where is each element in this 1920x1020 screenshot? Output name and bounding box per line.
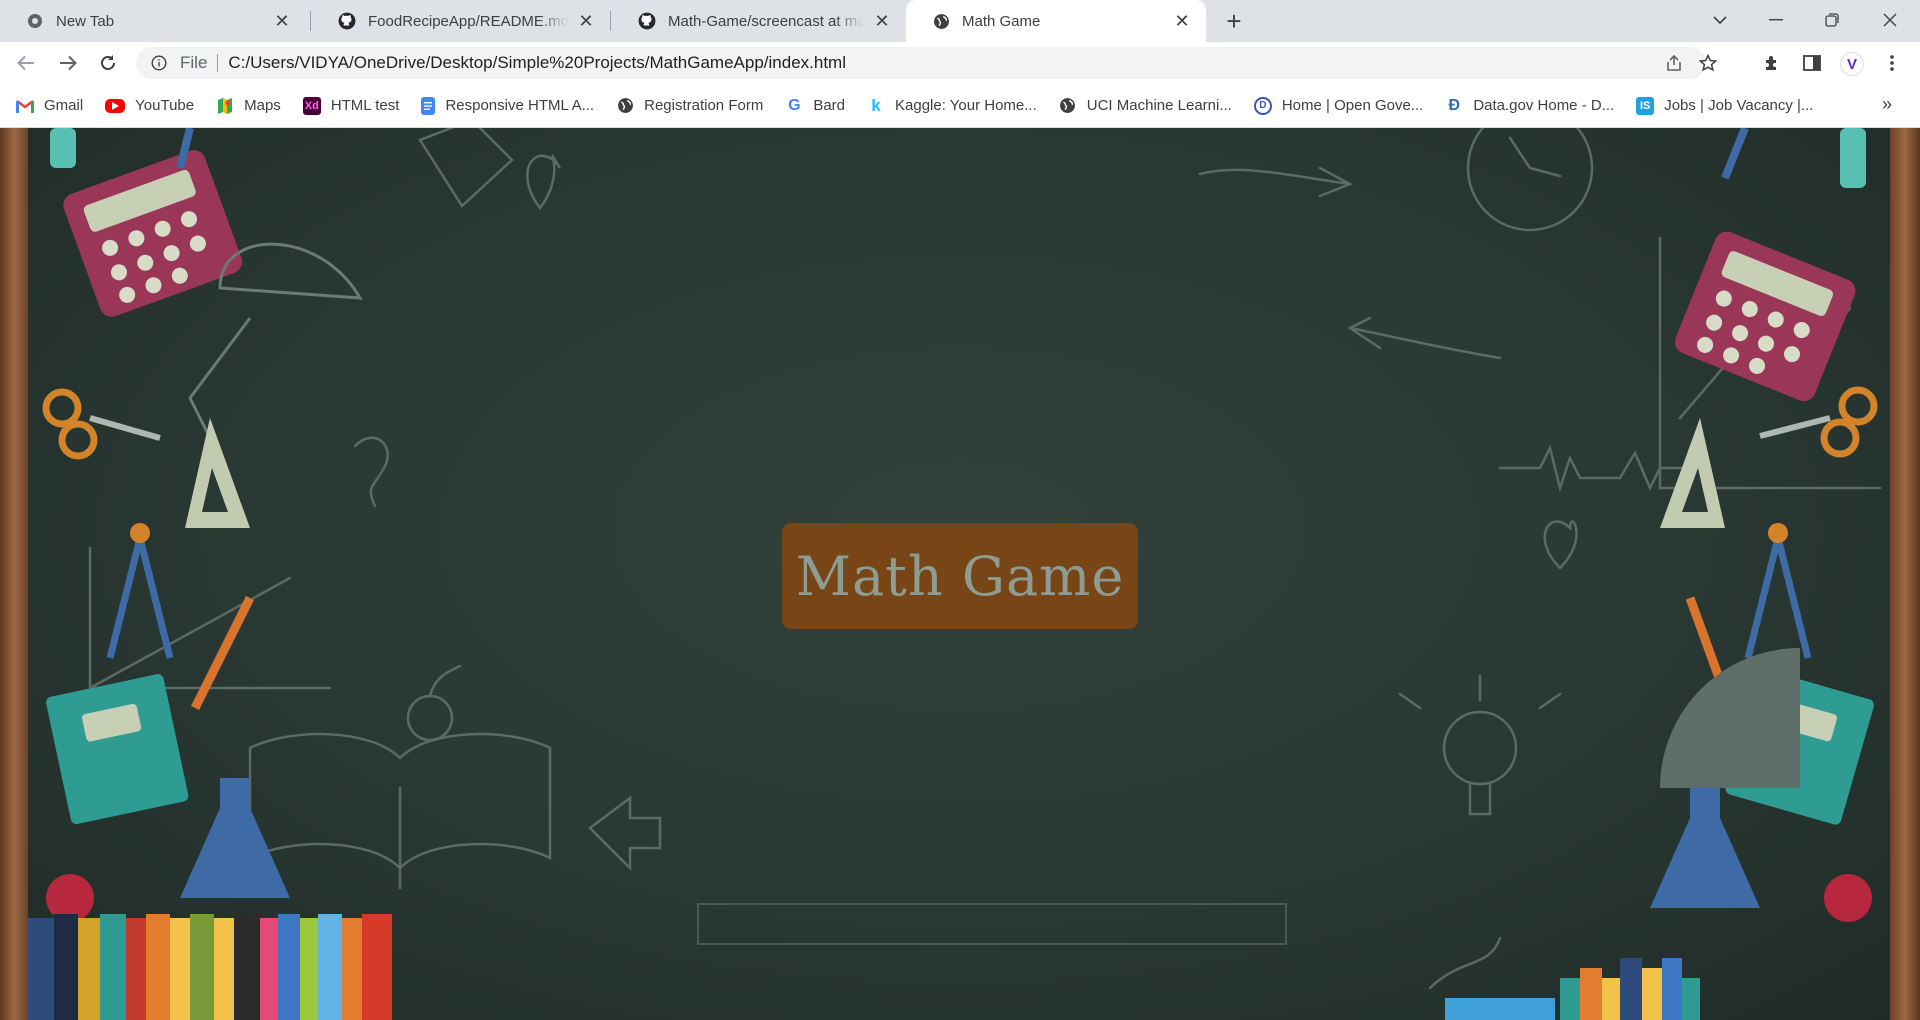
url-text[interactable]: C:/Users/VIDYA/OneDrive/Desktop/Simple%2… — [228, 53, 846, 73]
bookmark-kaggle[interactable]: k Kaggle: Your Home... — [867, 95, 1037, 115]
open-gov-icon: D — [1253, 96, 1272, 115]
address-bar[interactable]: File C:/Users/VIDYA/OneDrive/Desktop/Sim… — [136, 47, 1717, 79]
bookmark-label: HTML test — [330, 97, 400, 114]
bookmark-bard[interactable]: G Bard — [785, 97, 845, 115]
bookmark-data-gov[interactable]: Ð Data.gov Home - D... — [1445, 96, 1615, 115]
bookmark-label: Home | Open Gove... — [1281, 97, 1424, 114]
bookmark-gmail[interactable]: Gmail — [16, 97, 83, 115]
bookmarks-bar: Gmail YouTube Maps Xd HTML test Responsi… — [0, 84, 1920, 128]
bookmarks-overflow-icon[interactable]: » — [1882, 94, 1892, 115]
bookmark-registration-form[interactable]: Registration Form — [616, 97, 763, 115]
minimize-icon[interactable] — [1748, 0, 1804, 40]
close-icon[interactable]: ✕ — [576, 11, 596, 31]
github-icon — [338, 12, 356, 30]
close-icon[interactable]: ✕ — [272, 11, 292, 31]
bookmark-label: Responsive HTML A... — [445, 97, 595, 114]
bookmark-label: UCI Machine Learni... — [1086, 97, 1232, 114]
kaggle-icon: k — [871, 95, 881, 115]
chrome-icon — [26, 12, 44, 30]
profile-avatar[interactable]: V — [1840, 52, 1864, 76]
datagov-icon: Ð — [1448, 96, 1461, 114]
menu-kebab-icon[interactable] — [1876, 48, 1908, 78]
game-title-banner: Math Game — [782, 523, 1138, 629]
xd-icon: Xd — [302, 96, 321, 115]
bookmark-star-icon[interactable] — [1692, 47, 1724, 79]
tab-divider — [610, 11, 611, 31]
github-icon — [638, 12, 656, 30]
youtube-icon — [105, 98, 126, 113]
tab-new-tab[interactable]: New Tab ✕ — [0, 0, 306, 42]
globe-icon — [616, 97, 634, 115]
close-window-icon[interactable] — [1862, 0, 1918, 40]
close-icon[interactable]: ✕ — [872, 11, 892, 31]
globe-icon — [932, 12, 950, 30]
omnibox-divider — [217, 54, 219, 72]
browser-toolbar: File C:/Users/VIDYA/OneDrive/Desktop/Sim… — [0, 42, 1920, 84]
new-tab-button[interactable]: + — [1220, 6, 1248, 36]
tab-math-game[interactable]: Math Game ✕ — [906, 0, 1206, 42]
bookmark-uci-ml[interactable]: UCI Machine Learni... — [1059, 97, 1232, 115]
bookmark-maps[interactable]: Maps — [216, 97, 281, 115]
tab-strip: New Tab ✕ FoodRecipeApp/README.md at ✕ M… — [0, 0, 1920, 42]
maps-icon — [216, 97, 234, 115]
tab-divider — [310, 11, 311, 31]
bookmark-html-test[interactable]: Xd HTML test — [302, 96, 400, 115]
page-viewport: Math Game — [0, 128, 1920, 1020]
docs-icon — [421, 96, 436, 115]
tab-title: New Tab — [56, 12, 115, 30]
tab-title: FoodRecipeApp/README.md at — [368, 12, 568, 30]
answer-input[interactable] — [697, 903, 1287, 945]
tab-food-recipe[interactable]: FoodRecipeApp/README.md at ✕ — [312, 0, 610, 42]
google-icon: G — [788, 96, 801, 114]
bookmark-youtube[interactable]: YouTube — [105, 97, 194, 114]
page-title: Math Game — [795, 544, 1125, 608]
close-icon[interactable]: ✕ — [1172, 11, 1192, 31]
bookmark-responsive-html[interactable]: Responsive HTML A... — [421, 96, 595, 115]
forward-icon[interactable] — [52, 48, 84, 78]
bookmark-label: Gmail — [44, 97, 84, 114]
tab-search-icon[interactable] — [1692, 0, 1748, 40]
tab-title: Math-Game/screencast at main · — [668, 12, 864, 30]
bookmark-jobs[interactable]: IS Jobs | Job Vacancy |... — [1636, 96, 1814, 115]
bookmark-label: YouTube — [135, 97, 195, 114]
extensions-icon[interactable] — [1756, 48, 1788, 78]
share-icon[interactable] — [1658, 47, 1690, 79]
scheme-label: File — [180, 53, 208, 72]
bookmark-label: Bard — [813, 97, 845, 114]
bookmark-label: Maps — [244, 97, 281, 114]
tab-math-game-screencast[interactable]: Math-Game/screencast at main · ✕ — [612, 0, 906, 42]
restore-icon[interactable] — [1804, 0, 1860, 40]
back-icon[interactable] — [10, 48, 42, 78]
globe-icon — [1059, 97, 1077, 115]
reload-icon[interactable] — [92, 48, 124, 78]
bookmark-label: Registration Form — [644, 97, 764, 114]
bookmark-label: Data.gov Home - D... — [1473, 97, 1615, 114]
site-info-icon[interactable] — [150, 54, 168, 72]
tab-title: Math Game — [962, 12, 1041, 30]
bookmark-label: Jobs | Job Vacancy |... — [1664, 97, 1814, 114]
bookmark-label: Kaggle: Your Home... — [895, 97, 1037, 114]
gmail-icon — [16, 97, 34, 115]
side-panel-icon[interactable] — [1796, 48, 1828, 78]
bookmark-open-gov[interactable]: D Home | Open Gove... — [1253, 96, 1424, 115]
jobs-icon: IS — [1636, 96, 1655, 115]
